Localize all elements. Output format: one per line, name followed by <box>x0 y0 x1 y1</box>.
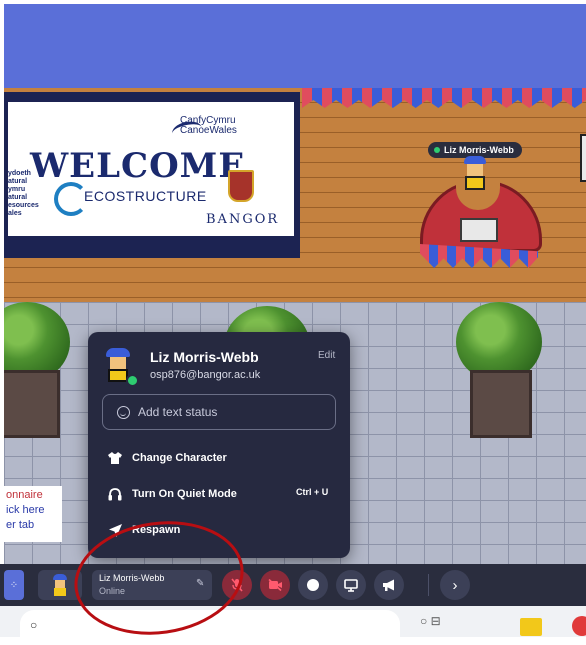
text-status-placeholder: Add text status <box>138 405 218 419</box>
welcome-banner: ydoeth atural ymru atural esources ales … <box>8 102 294 236</box>
expand-toolbar-button[interactable]: › <box>440 570 470 600</box>
profile-name: Liz Morris-Webb <box>150 349 259 365</box>
text-status-input[interactable]: Add text status <box>102 394 336 430</box>
questionnaire-card[interactable]: onnaire ick here er tab <box>4 486 62 542</box>
monitor-icon <box>344 578 358 592</box>
toolbar-divider <box>428 574 429 596</box>
change-character-button[interactable]: Change Character <box>108 448 227 468</box>
announce-button[interactable] <box>374 570 404 600</box>
quiet-mode-button[interactable]: Turn On Quiet Mode <box>108 484 237 504</box>
grid-dots-icon: ⁘ <box>9 579 19 591</box>
task-view-icon[interactable]: ○ ⊟ <box>420 614 441 628</box>
emote-button[interactable] <box>298 570 328 600</box>
shirt-icon <box>108 451 122 465</box>
edit-profile-button[interactable]: Edit <box>318 350 335 361</box>
player-avatar-sprite[interactable] <box>462 156 488 190</box>
canoe-wales-logo: CanfyCymru CanoeWales <box>180 115 237 136</box>
wall-sign <box>580 134 586 182</box>
profile-email: osp876@bangor.ac.uk <box>150 369 261 381</box>
profile-avatar <box>102 348 139 387</box>
megaphone-icon <box>383 579 394 591</box>
online-dot-icon <box>434 147 440 153</box>
chevron-right-icon: › <box>452 576 458 594</box>
main-menu-button[interactable]: ⁘ <box>4 570 24 600</box>
ecostructure-logo: ECOSTRUCTURE <box>84 188 207 204</box>
planter-right <box>470 370 532 438</box>
planter-left <box>4 370 60 438</box>
search-icon: ○ <box>30 618 38 632</box>
bangor-logo: BANGOR <box>206 212 280 227</box>
camera-toggle-button[interactable] <box>260 570 290 600</box>
camera-off-icon <box>267 579 282 591</box>
smiley-icon <box>307 579 319 591</box>
open-book-icon[interactable] <box>460 218 498 242</box>
smiley-icon <box>117 405 130 419</box>
avatar-icon <box>51 574 69 596</box>
profile-popup: Liz Morris-Webb osp876@bangor.ac.uk Edit… <box>88 332 350 558</box>
file-explorer-icon[interactable] <box>520 618 542 636</box>
quiet-mode-shortcut: Ctrl + U <box>296 487 329 497</box>
app-icon[interactable] <box>572 616 586 636</box>
bangor-crest-icon <box>228 170 254 202</box>
online-status-icon <box>126 374 139 387</box>
welcome-text: WELCOME <box>30 146 246 186</box>
screen-share-button[interactable] <box>336 570 366 600</box>
ecostructure-logo-icon <box>54 182 88 216</box>
headphones-icon <box>108 487 122 501</box>
